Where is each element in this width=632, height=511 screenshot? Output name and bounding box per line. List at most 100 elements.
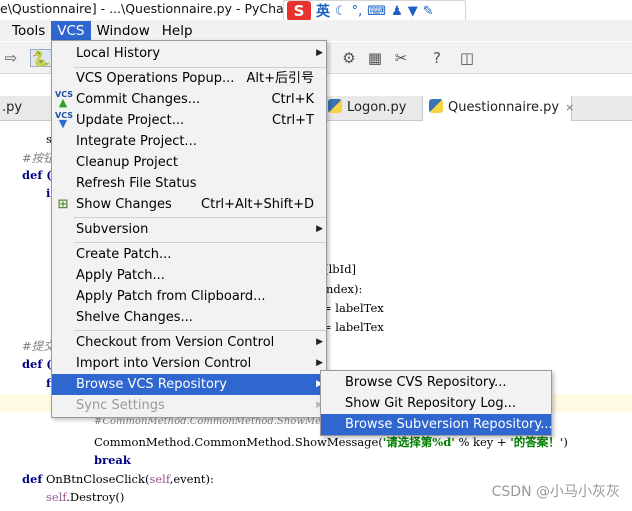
code-self: self	[149, 472, 170, 486]
menu-item-browse-cvs[interactable]: Browse CVS Repository...	[321, 372, 551, 393]
code-line: i	[46, 186, 51, 200]
code-string: '请选择第%d'	[382, 435, 455, 449]
menu-separator	[74, 330, 326, 331]
code-funcname: OnBtnCloseClick(	[42, 472, 150, 486]
menu-item-label: Browse VCS Repository	[76, 377, 227, 392]
watermark: CSDN @小马小灰灰	[491, 484, 620, 500]
ime-language-toggle[interactable]: 英	[316, 1, 330, 21]
menu-item-label: Checkout from Version Control	[76, 335, 275, 350]
menu-item-local-history[interactable]: Local History ▶	[52, 43, 326, 64]
menu-separator	[74, 242, 326, 243]
menu-item-update-project[interactable]: VCS ▼ Update Project... Ctrl+T	[52, 110, 326, 131]
comma-icon[interactable]: °,	[352, 4, 363, 19]
menu-item-apply-patch[interactable]: Apply Patch...	[52, 265, 326, 286]
menu-item-show-git-log[interactable]: Show Git Repository Log...	[321, 393, 551, 414]
code-line: def (	[22, 168, 52, 182]
tab-logon[interactable]: Logon.py	[322, 96, 407, 121]
menu-item-label: Create Patch...	[76, 247, 172, 262]
menu-item-label: Sync Settings	[76, 398, 165, 413]
code-line: CommonMethod.CommonMethod.ShowMessage('请…	[94, 434, 568, 450]
menu-item-cleanup-project[interactable]: Cleanup Project	[52, 152, 326, 173]
code-call: CommonMethod.CommonMethod.ShowMessage(	[94, 435, 383, 449]
menu-item-label: Local History	[76, 46, 161, 61]
moon-icon[interactable]: ☾	[335, 4, 347, 19]
plugins-icon[interactable]: ◫	[458, 49, 476, 67]
menu-item-subversion[interactable]: Subversion ▶	[52, 219, 326, 240]
forward-arrow-icon[interactable]: ⇨	[2, 49, 20, 67]
code-call: .Destroy()	[66, 490, 125, 504]
menu-item-label: Shelve Changes...	[76, 310, 193, 325]
menu-item-show-changes[interactable]: ⊞ Show Changes Ctrl+Alt+Shift+D	[52, 194, 326, 215]
menu-item-refresh-file-status[interactable]: Refresh File Status	[52, 173, 326, 194]
submenu-arrow-icon: ▶	[316, 224, 323, 234]
keyboard-icon[interactable]: ⌨	[367, 4, 386, 19]
sogou-logo-icon[interactable]: S	[287, 1, 311, 21]
menu-item-label: Browse Subversion Repository...	[345, 417, 553, 432]
menu-item-create-patch[interactable]: Create Patch...	[52, 244, 326, 265]
ime-toolbar[interactable]: S 英 ☾ °, ⌨ ♟ ▼ ✎	[283, 0, 466, 22]
tab-file-partial[interactable]: .py	[0, 96, 22, 121]
window-title: e\Qustionnaire] - ...\Questionnaire.py -…	[0, 1, 301, 16]
tools-icon[interactable]: ✂	[392, 49, 410, 67]
code-line: = labelTex	[322, 320, 384, 334]
browse-vcs-submenu: Browse CVS Repository... Show Git Reposi…	[320, 370, 553, 436]
person-icon[interactable]: ♟	[391, 4, 403, 19]
python-file-icon	[429, 99, 443, 113]
python-run-icon[interactable]: 🐍	[30, 49, 52, 68]
vcs-icon[interactable]: ▦	[366, 49, 384, 67]
menu-item-label: Update Project...	[76, 113, 185, 128]
code-operator: % key +	[454, 435, 511, 449]
code-keyword-def: def	[22, 472, 43, 486]
tab-label: .py	[2, 100, 23, 115]
menu-item-label: Show Git Repository Log...	[345, 396, 516, 411]
close-icon[interactable]: ×	[565, 101, 574, 114]
menu-item-browse-vcs-repository[interactable]: Browse VCS Repository ▶	[52, 374, 326, 395]
python-file-icon	[328, 99, 342, 113]
menu-vcs[interactable]: VCS	[51, 20, 91, 41]
menu-item-label: VCS Operations Popup...	[76, 71, 235, 86]
tab-label: Logon.py	[347, 100, 407, 115]
menu-item-apply-patch-clipboard[interactable]: Apply Patch from Clipboard...	[52, 286, 326, 307]
settings-icon[interactable]: ⚙	[340, 49, 358, 67]
menu-item-shortcut: Alt+后引号	[246, 71, 315, 86]
code-string: '的答案！'	[510, 435, 564, 449]
menu-separator	[74, 217, 326, 218]
vcs-update-icon: VCS ▼	[55, 111, 73, 130]
menu-item-label: Commit Changes...	[76, 92, 201, 107]
menu-help[interactable]: Help	[156, 21, 199, 41]
code-comment: #提交	[22, 339, 55, 353]
vcs-commit-icon: VCS ▲	[55, 90, 73, 109]
menu-item-integrate-project[interactable]: Integrate Project...	[52, 131, 326, 152]
code-paren: )	[563, 435, 568, 449]
menu-item-vcs-operations-popup[interactable]: VCS Operations Popup... Alt+后引号	[52, 68, 326, 89]
code-args: ,event):	[169, 472, 214, 486]
vcs-menu: Local History ▶ VCS Operations Popup... …	[51, 40, 327, 418]
menu-item-label: Import into Version Control	[76, 356, 252, 371]
code-self: self	[46, 490, 67, 504]
code-line: = labelTex	[322, 301, 384, 315]
menu-window[interactable]: Window	[91, 21, 156, 41]
tab-label: Questionnaire.py	[448, 100, 560, 115]
menu-item-label: Refresh File Status	[76, 176, 197, 191]
menu-item-label: Integrate Project...	[76, 134, 197, 149]
menu-item-shelve-changes[interactable]: Shelve Changes...	[52, 307, 326, 328]
menu-item-label: Subversion	[76, 222, 149, 237]
menu-item-shortcut: Ctrl+Alt+Shift+D	[201, 197, 314, 212]
tab-questionnaire[interactable]: Questionnaire.py ×	[422, 96, 574, 121]
menu-item-commit-changes[interactable]: VCS ▲ Commit Changes... Ctrl+K	[52, 89, 326, 110]
menu-bar: Tools VCS Window Help	[0, 20, 632, 41]
menu-item-label: Show Changes	[76, 197, 172, 212]
wrench-icon[interactable]: ✎	[423, 4, 434, 19]
code-line: self.Destroy()	[46, 490, 124, 504]
menu-item-import[interactable]: Import into Version Control ▶	[52, 353, 326, 374]
menu-item-label: Apply Patch...	[76, 268, 165, 283]
code-line: def (	[22, 357, 52, 371]
menu-item-checkout[interactable]: Checkout from Version Control ▶	[52, 332, 326, 353]
menu-item-browse-subversion[interactable]: Browse Subversion Repository...	[321, 414, 553, 435]
shirt-icon[interactable]: ▼	[408, 4, 418, 19]
help-icon[interactable]: ?	[428, 49, 446, 67]
menu-tools[interactable]: Tools	[0, 21, 51, 41]
code-line: def OnBtnCloseClick(self,event):	[22, 472, 214, 486]
menu-item-label: Cleanup Project	[76, 155, 178, 170]
menu-item-shortcut: Ctrl+T	[272, 113, 314, 128]
